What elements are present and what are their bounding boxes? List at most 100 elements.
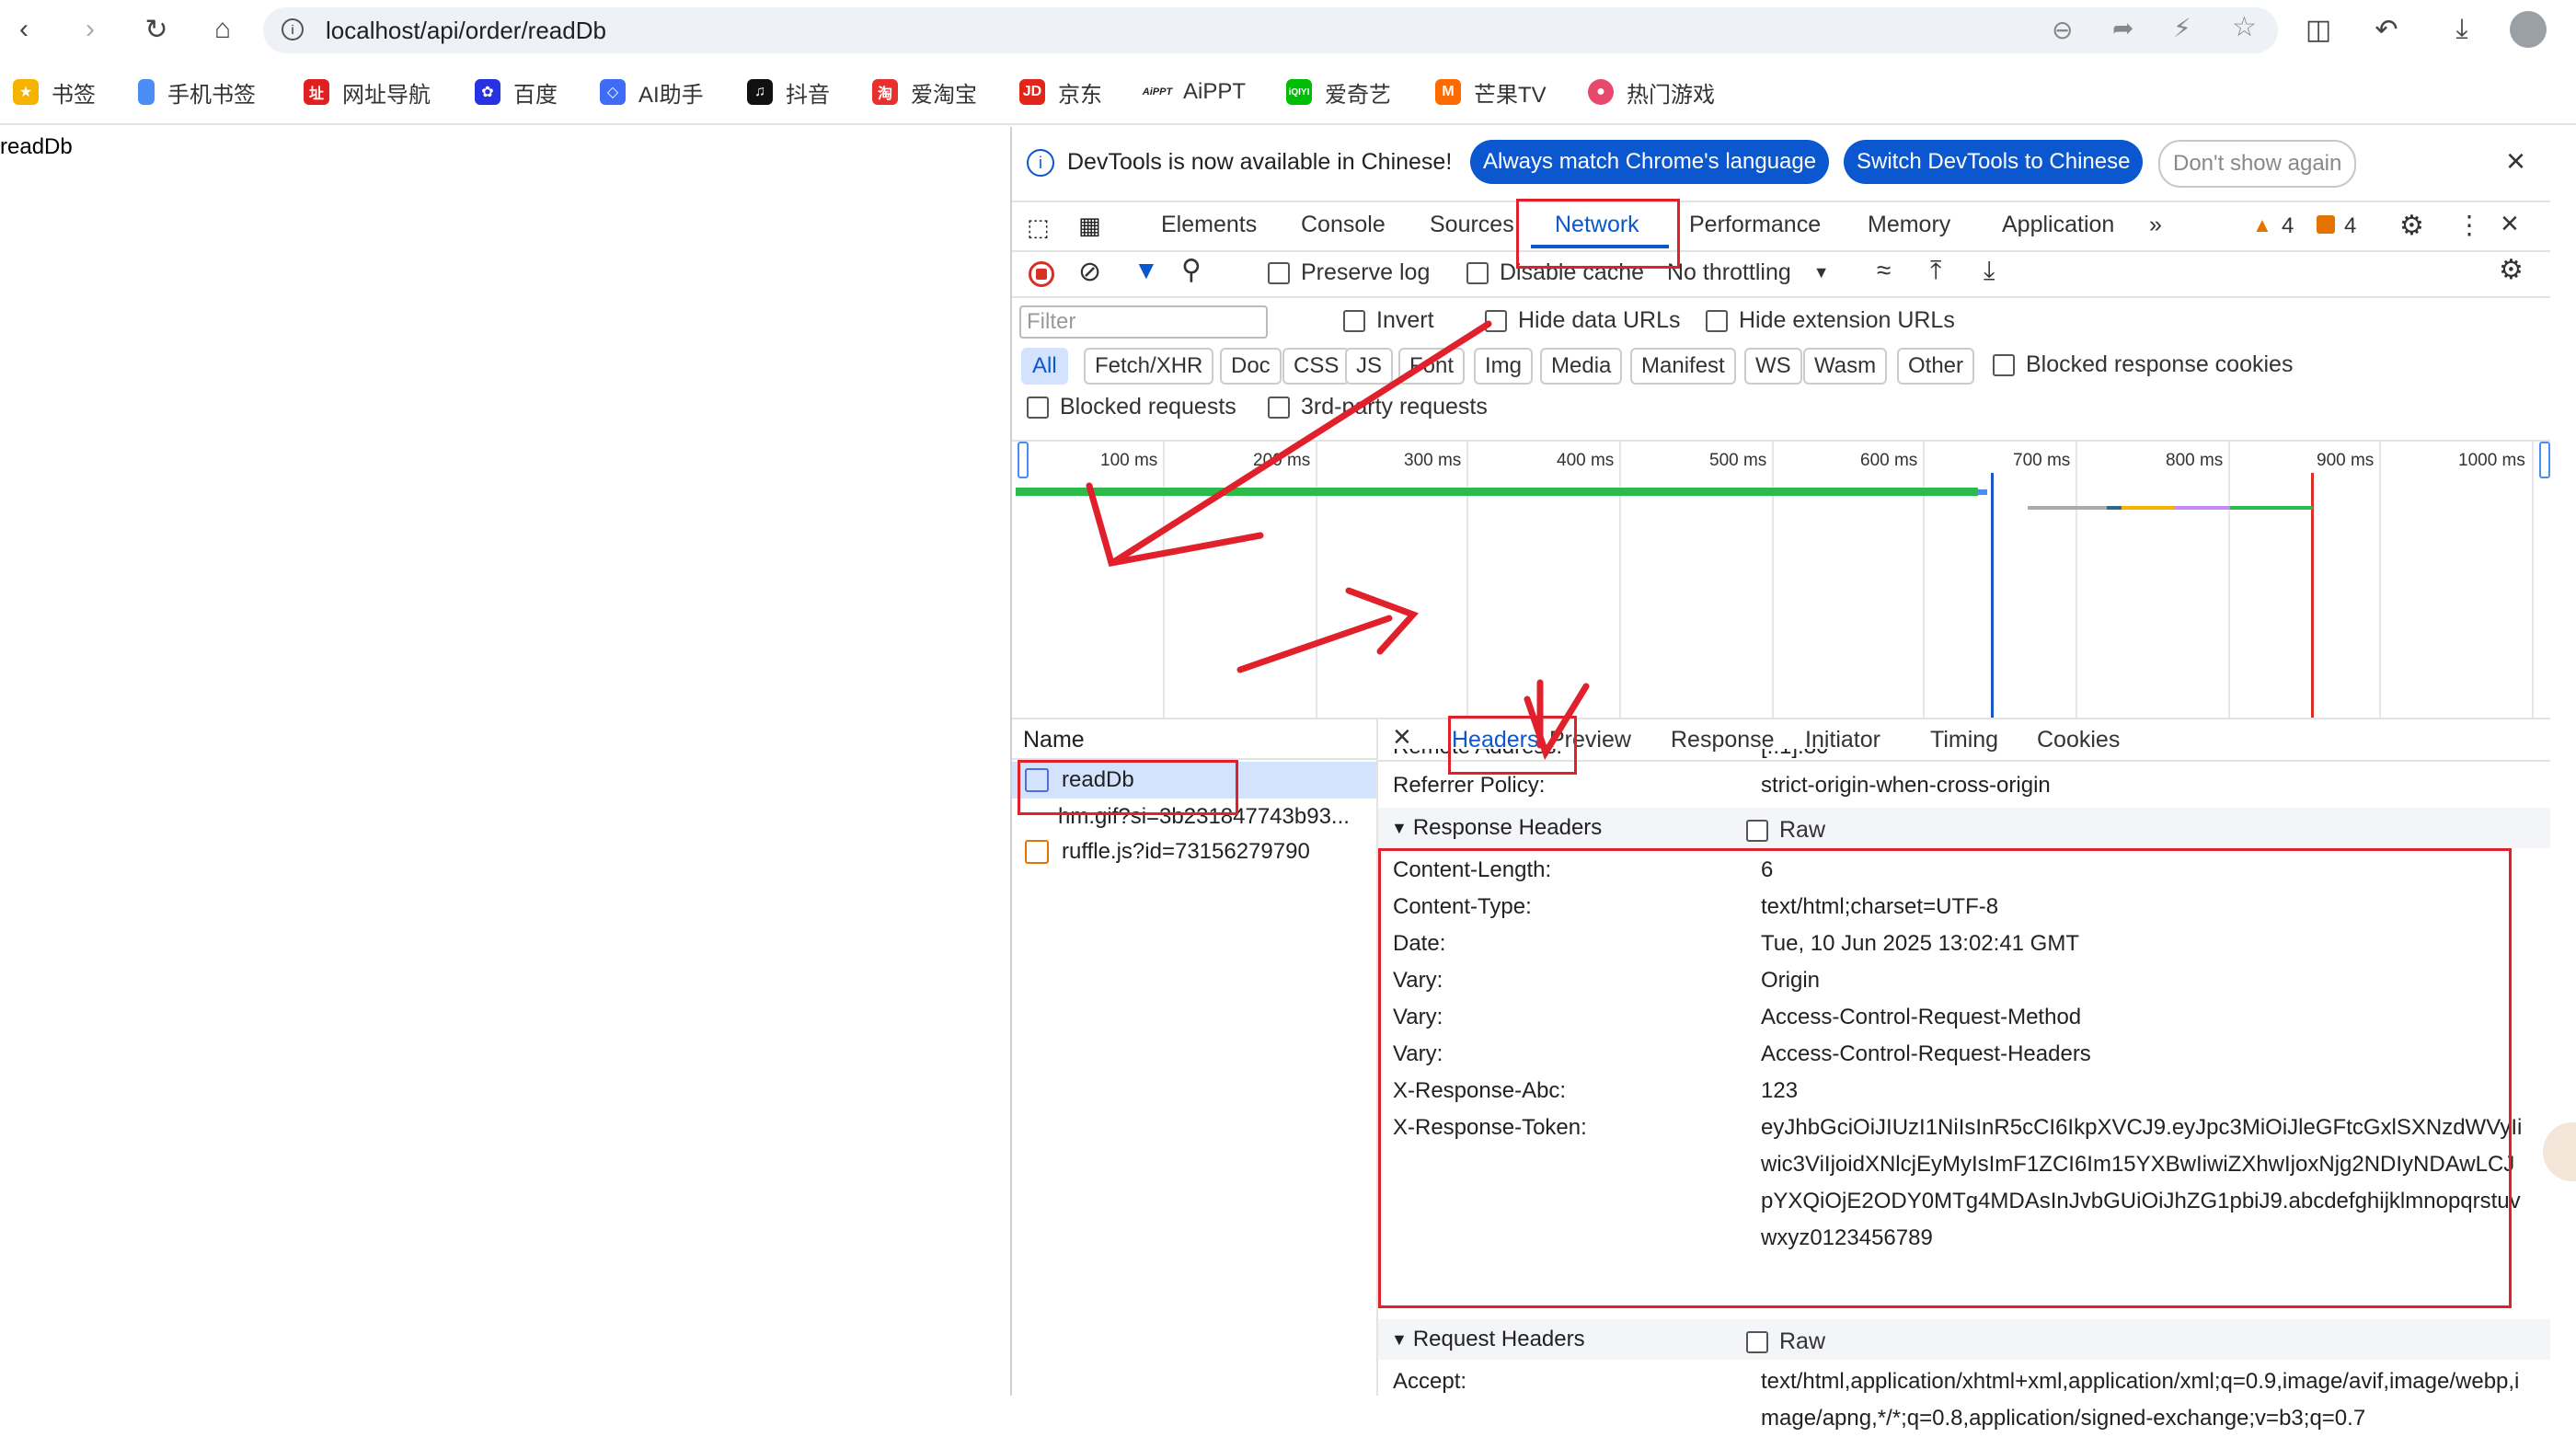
bookmark-item[interactable]: 手机书签 (138, 75, 256, 109)
download-icon[interactable]: ⤓ (2444, 11, 2480, 48)
bookmark-item[interactable]: ● 热门游戏 (1588, 75, 1715, 109)
checkbox-box[interactable] (1027, 396, 1049, 419)
type-filter-manifest[interactable]: Manifest (1630, 348, 1736, 385)
tab-console[interactable]: Console (1301, 212, 1386, 238)
home-icon[interactable]: ⌂ (204, 11, 241, 48)
checkbox-box[interactable] (1343, 309, 1365, 332)
issues-icon[interactable] (2317, 215, 2335, 234)
bookmark-item[interactable]: M 芒果TV (1435, 75, 1547, 109)
bookmark-item[interactable]: 淘爱淘宝 (872, 75, 977, 109)
network-settings-icon[interactable]: ⚙ (2499, 254, 2524, 286)
zoom-icon[interactable]: ⊖ (2052, 15, 2073, 45)
kebab-menu-icon[interactable]: ⋮ (2456, 210, 2482, 240)
url-text[interactable]: localhost/api/order/readDb (326, 17, 606, 45)
bookmark-item[interactable]: ♫ 抖音 (747, 75, 830, 109)
type-filter-js[interactable]: JS (1345, 348, 1394, 385)
type-filter-other[interactable]: Other (1897, 348, 1975, 385)
switch-chinese-button[interactable]: Switch DevTools to Chinese (1844, 140, 2144, 184)
response-raw-checkbox[interactable]: Raw (1746, 817, 1825, 844)
timeline-gridline (2379, 442, 2381, 718)
type-filter-all[interactable]: All (1021, 348, 1068, 385)
response-headers-section[interactable]: ▼ Response Headers Raw (1378, 808, 2550, 848)
checkbox-box[interactable] (1746, 819, 1768, 842)
export-har-icon[interactable]: ⤓ (1984, 256, 1995, 286)
settings-gear-icon[interactable]: ⚙ (2399, 210, 2424, 242)
warning-icon[interactable]: ▲ (2252, 213, 2272, 237)
clear-icon[interactable]: ⊘ (1078, 256, 1101, 288)
type-filter-media[interactable]: Media (1540, 348, 1623, 385)
name-column-header[interactable]: Name (1012, 718, 1376, 760)
network-overview-timeline[interactable]: 100 ms 200 ms 300 ms 400 ms 500 ms 600 m… (1012, 440, 2550, 719)
timeline-right-handle[interactable] (2539, 442, 2550, 478)
address-bar[interactable]: i localhost/api/order/readDb ⊖ ➦ ⚡ ☆ (263, 7, 2278, 53)
checkbox-box[interactable] (1268, 396, 1290, 419)
profile-avatar-icon[interactable] (2510, 11, 2547, 48)
inspect-element-icon[interactable]: ⬚ (1027, 213, 1050, 242)
match-language-button[interactable]: Always match Chrome's language (1470, 140, 1830, 184)
tab-performance[interactable]: Performance (1689, 212, 1821, 238)
third-party-requests-checkbox[interactable]: 3rd-party requests (1268, 394, 1488, 420)
jd-icon: JD (1019, 79, 1045, 105)
bookmark-item[interactable]: JD 京东 (1019, 75, 1102, 109)
bookmark-item[interactable]: ✿ 百度 (475, 75, 558, 109)
type-filter-ws[interactable]: WS (1744, 348, 1802, 385)
back-icon[interactable]: ‹ (6, 11, 42, 48)
close-devtools-icon[interactable]: × (2501, 206, 2519, 242)
request-headers-section[interactable]: ▼ Request Headers Raw (1378, 1319, 2550, 1360)
preserve-log-checkbox[interactable]: Preserve log (1268, 259, 1430, 286)
network-conditions-icon[interactable]: ≈ (1877, 256, 1891, 285)
extensions-icon[interactable]: ◫ (2300, 11, 2337, 48)
bookmark-item[interactable]: AiPPT AiPPT (1143, 75, 1246, 109)
invert-checkbox[interactable]: Invert (1343, 307, 1434, 334)
type-filter-fetch-xhr[interactable]: Fetch/XHR (1084, 348, 1214, 385)
checkbox-box[interactable] (1466, 261, 1489, 284)
checkbox-box[interactable] (1746, 1330, 1768, 1353)
type-filter-img[interactable]: Img (1474, 348, 1534, 385)
forward-icon[interactable]: › (72, 11, 109, 48)
timeline-gridline (1163, 442, 1165, 718)
type-filter-doc[interactable]: Doc (1220, 348, 1282, 385)
search-icon[interactable]: ⚲ (1181, 254, 1202, 286)
bookmark-item[interactable]: ◇ AI助手 (600, 75, 704, 109)
record-stop-icon[interactable] (1029, 261, 1054, 287)
language-banner: i DevTools is now available in Chinese! … (1012, 127, 2550, 201)
more-tabs-icon[interactable]: » (2149, 212, 2162, 238)
request-bar-hm-gif (2028, 506, 2107, 510)
close-banner-icon[interactable]: × (2506, 142, 2525, 180)
site-info-icon[interactable]: i (282, 18, 304, 40)
lightning-icon[interactable]: ⚡ (2173, 13, 2191, 43)
device-toolbar-icon[interactable]: ▦ (1078, 212, 1101, 240)
bookmark-item[interactable]: ★ 书签 (13, 75, 96, 109)
import-har-icon[interactable]: ⤒ (1930, 256, 1941, 286)
timeline-gridline (1923, 442, 1925, 718)
hide-extension-urls-checkbox[interactable]: Hide extension URLs (1706, 307, 1955, 334)
request-row-ruffle-js[interactable]: ruffle.js?id=73156279790 (1012, 833, 1376, 870)
share-icon[interactable]: ➦ (2112, 13, 2133, 43)
bookmark-item[interactable]: 址网址导航 (304, 75, 431, 109)
blocked-response-cookies-checkbox[interactable]: Blocked response cookies (1993, 351, 2293, 378)
hide-data-urls-checkbox[interactable]: Hide data URLs (1485, 307, 1680, 334)
checkbox-box[interactable] (1993, 353, 2015, 376)
throttling-select[interactable]: No throttling ▼ (1667, 259, 1830, 286)
blocked-requests-checkbox[interactable]: Blocked requests (1027, 394, 1236, 420)
tab-elements[interactable]: Elements (1161, 212, 1257, 238)
reload-icon[interactable]: ↻ (138, 11, 175, 48)
type-filter-wasm[interactable]: Wasm (1803, 348, 1888, 385)
chevron-down-icon: ▼ (1812, 263, 1830, 282)
checkbox-box[interactable] (1485, 309, 1507, 332)
checkbox-box[interactable] (1268, 261, 1290, 284)
timeline-left-handle[interactable] (1018, 442, 1029, 478)
tab-memory[interactable]: Memory (1868, 212, 1950, 238)
filter-funnel-icon[interactable]: ▼ (1133, 256, 1159, 285)
bookmark-star-icon[interactable]: ☆ (2232, 11, 2257, 43)
bookmark-item[interactable]: iQIYI 爱奇艺 (1286, 75, 1391, 109)
undo-icon[interactable]: ↶ (2368, 11, 2405, 48)
filter-input[interactable]: Filter (1019, 305, 1268, 339)
type-filter-css[interactable]: CSS (1282, 348, 1351, 385)
tab-sources[interactable]: Sources (1430, 212, 1514, 238)
tab-application[interactable]: Application (2002, 212, 2114, 238)
checkbox-box[interactable] (1706, 309, 1728, 332)
dont-show-again-button[interactable]: Don't show again (2158, 140, 2357, 188)
request-raw-checkbox[interactable]: Raw (1746, 1328, 1825, 1355)
type-filter-font[interactable]: Font (1398, 348, 1466, 385)
